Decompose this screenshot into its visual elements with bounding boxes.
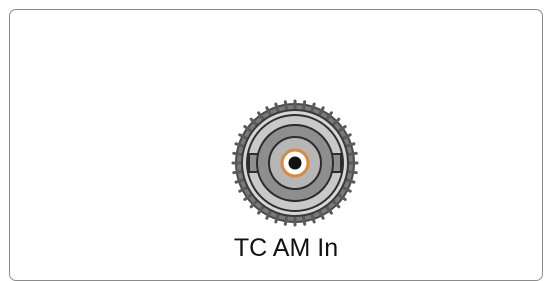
- connector-label: TC AM In: [233, 234, 339, 262]
- connector-panel: TC AM In: [9, 9, 543, 281]
- bnc-connector-icon[interactable]: [228, 96, 362, 230]
